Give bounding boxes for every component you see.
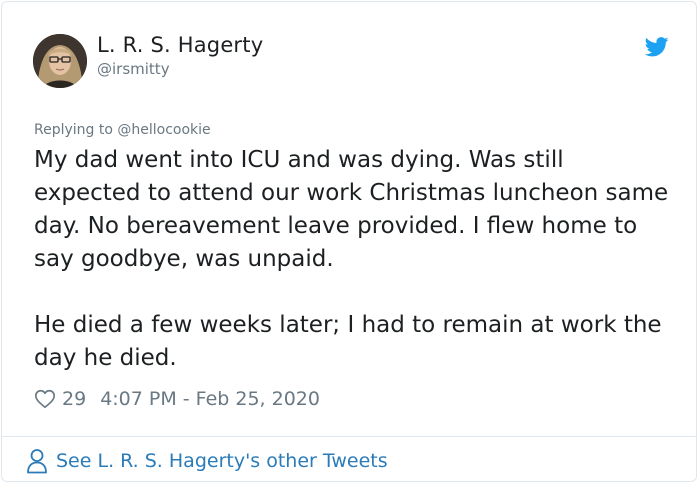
see-other-tweets-link[interactable]: See L. R. S. Hagerty's other Tweets <box>26 448 388 474</box>
twitter-bird-icon[interactable] <box>645 37 669 57</box>
like-count[interactable]: 29 <box>62 388 86 410</box>
divider <box>2 436 696 437</box>
tweet-meta: 29 4:07 PM - Feb 25, 2020 <box>34 386 320 412</box>
tweet-timestamp[interactable]: 4:07 PM - Feb 25, 2020 <box>100 388 320 410</box>
tweet-card: L. R. S. Hagerty @irsmitty Replying to @… <box>1 1 697 482</box>
tweet-paragraph: He died a few weeks later; I had to rema… <box>34 312 662 371</box>
see-other-tweets-label: See L. R. S. Hagerty's other Tweets <box>56 450 388 472</box>
reply-prefix: Replying to <box>34 122 118 138</box>
reply-to-link[interactable]: @hellocookie <box>117 122 210 138</box>
reply-context: Replying to @hellocookie <box>34 122 211 138</box>
tweet-paragraph: My dad went into ICU and was dying. Was … <box>34 147 669 272</box>
heart-icon[interactable] <box>34 388 56 410</box>
avatar-image <box>33 34 87 88</box>
person-icon <box>27 449 47 474</box>
display-name[interactable]: L. R. S. Hagerty <box>97 33 263 57</box>
avatar[interactable] <box>33 34 87 88</box>
tweet-text: My dad went into ICU and was dying. Was … <box>34 144 674 375</box>
user-handle[interactable]: @irsmitty <box>97 60 170 78</box>
